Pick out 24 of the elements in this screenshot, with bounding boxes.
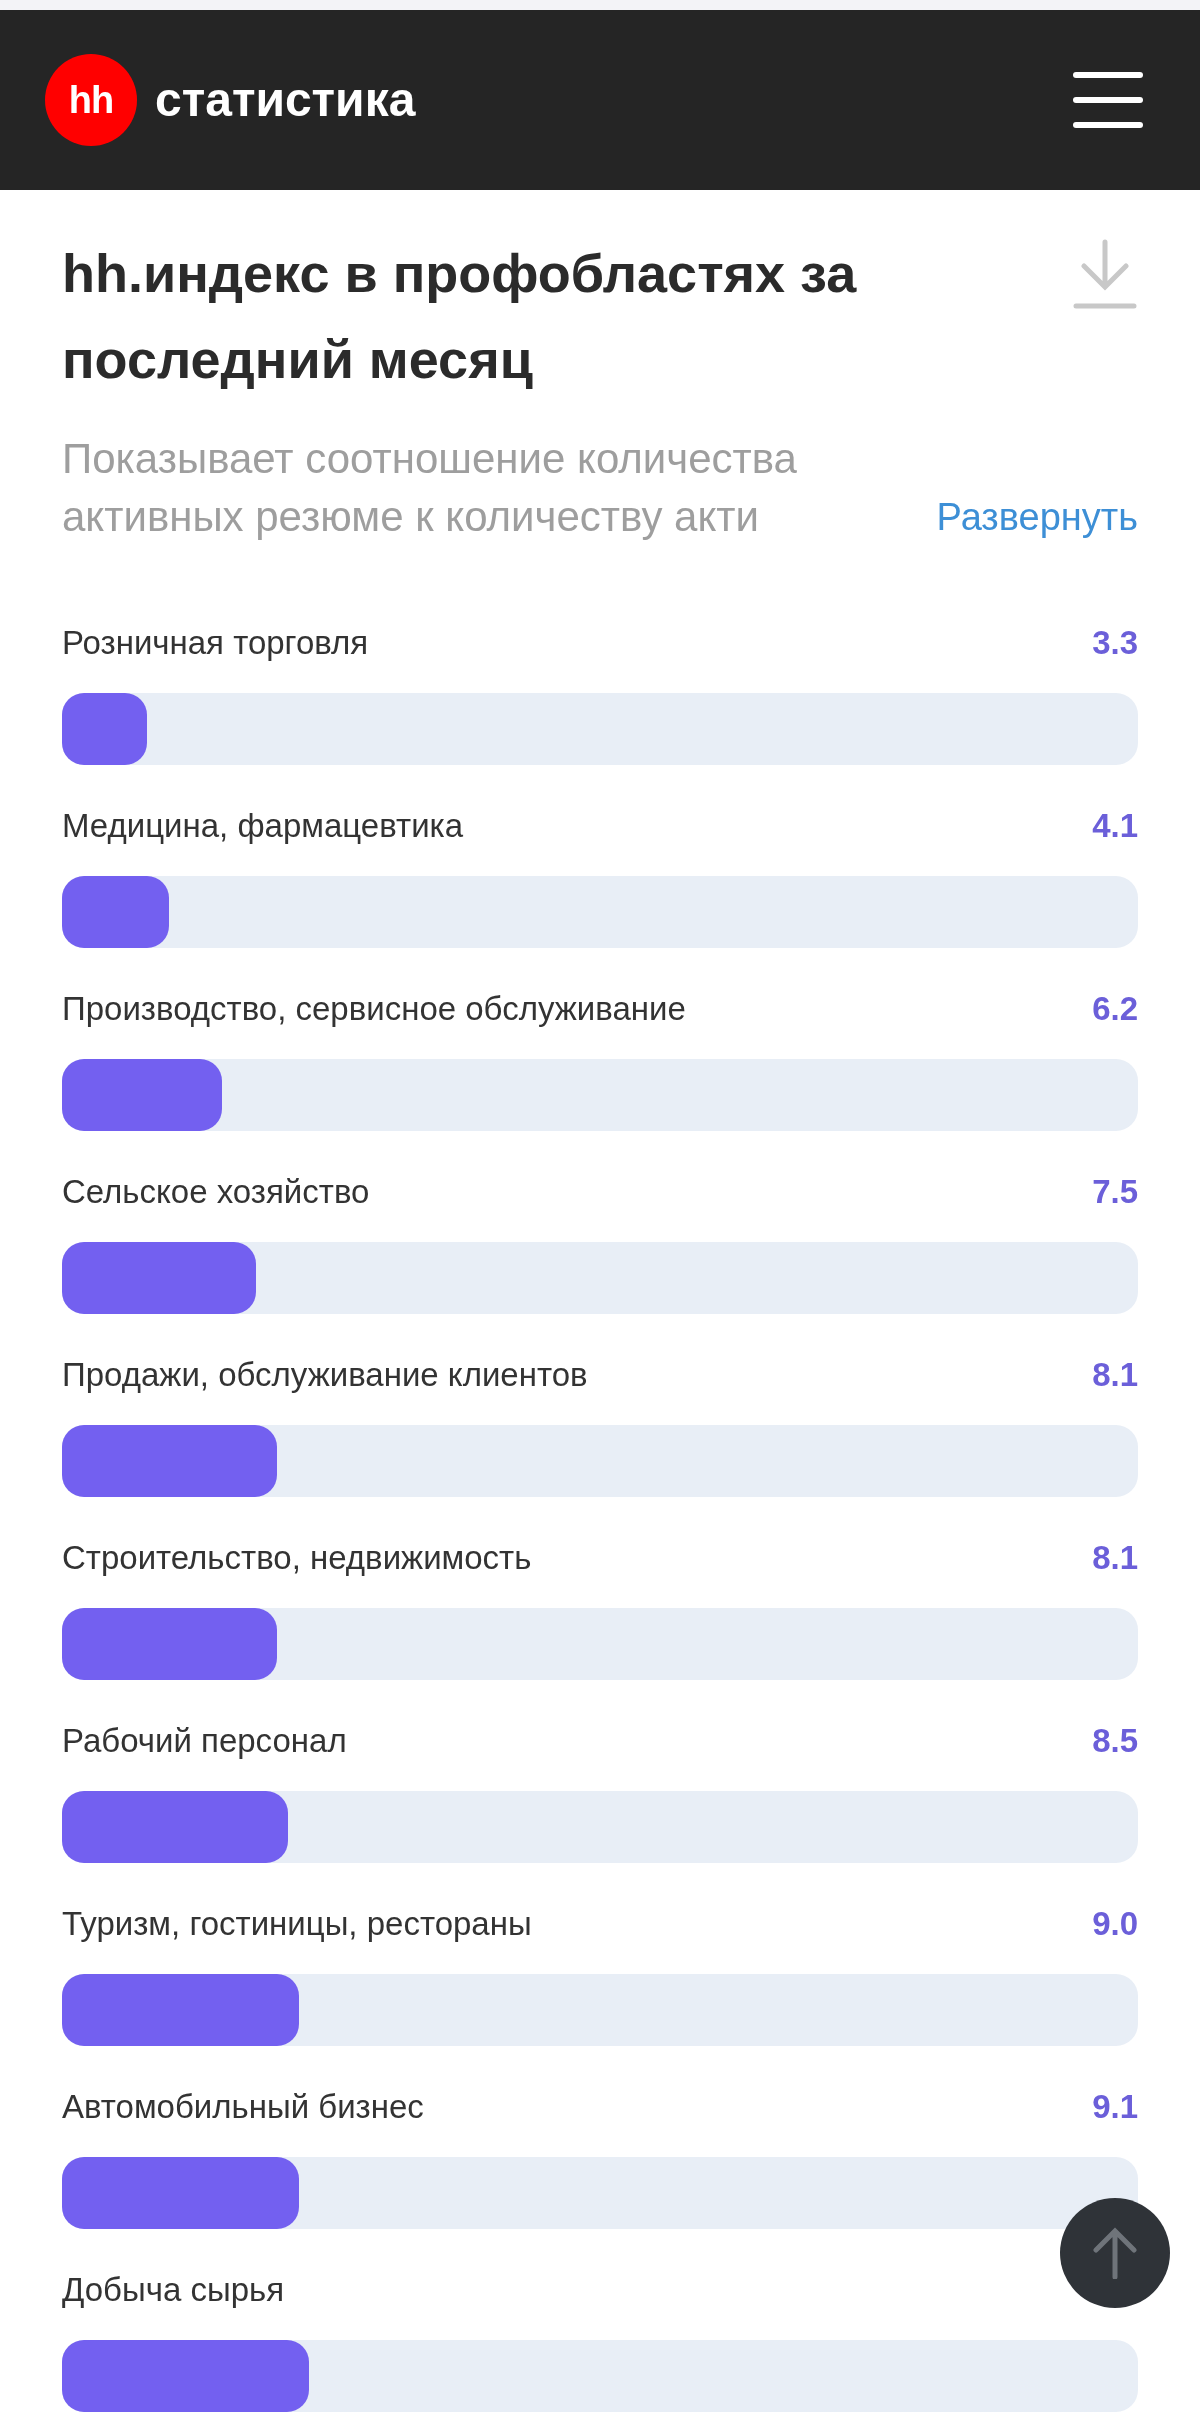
index-value: 4.1 [1092, 806, 1138, 847]
index-value: 9.1 [1092, 2087, 1138, 2128]
index-value: 8.1 [1092, 1355, 1138, 1396]
site-title: статистика [155, 72, 416, 128]
logo[interactable]: hh [45, 54, 137, 146]
index-value: 6.2 [1092, 989, 1138, 1030]
category-label: Медицина, фармацевтика [62, 806, 464, 847]
category-label: Продажи, обслуживание клиентов [62, 1355, 588, 1396]
page-title: hh.индекс в профобластях за последний месяц [62, 242, 858, 391]
description: Показывает соотношение количества активных резюме к количеству акти [62, 434, 798, 542]
arrow-up-icon [1092, 2227, 1138, 2279]
category-label: Строительство, недвижимость [62, 1538, 532, 1579]
category-label: Автомобильный бизнес [62, 2087, 424, 2128]
index-value: 7.5 [1092, 1172, 1138, 1213]
category-label: Рабочий персонал [62, 1721, 347, 1762]
index-value: 3.3 [1092, 623, 1138, 664]
category-label: Добыча сырья [62, 2270, 285, 2311]
category-label: Производство, сервисное обслуживание [62, 989, 686, 1030]
category-label: Туризм, гостиницы, рестораны [62, 1904, 532, 1945]
index-value: 8.1 [1092, 1538, 1138, 1579]
category-label: Сельское хозяйство [62, 1172, 370, 1213]
index-value: 9.0 [1092, 1904, 1138, 1945]
index-value: 8.5 [1092, 1721, 1138, 1762]
category-label: Розничная торговля [62, 623, 369, 664]
